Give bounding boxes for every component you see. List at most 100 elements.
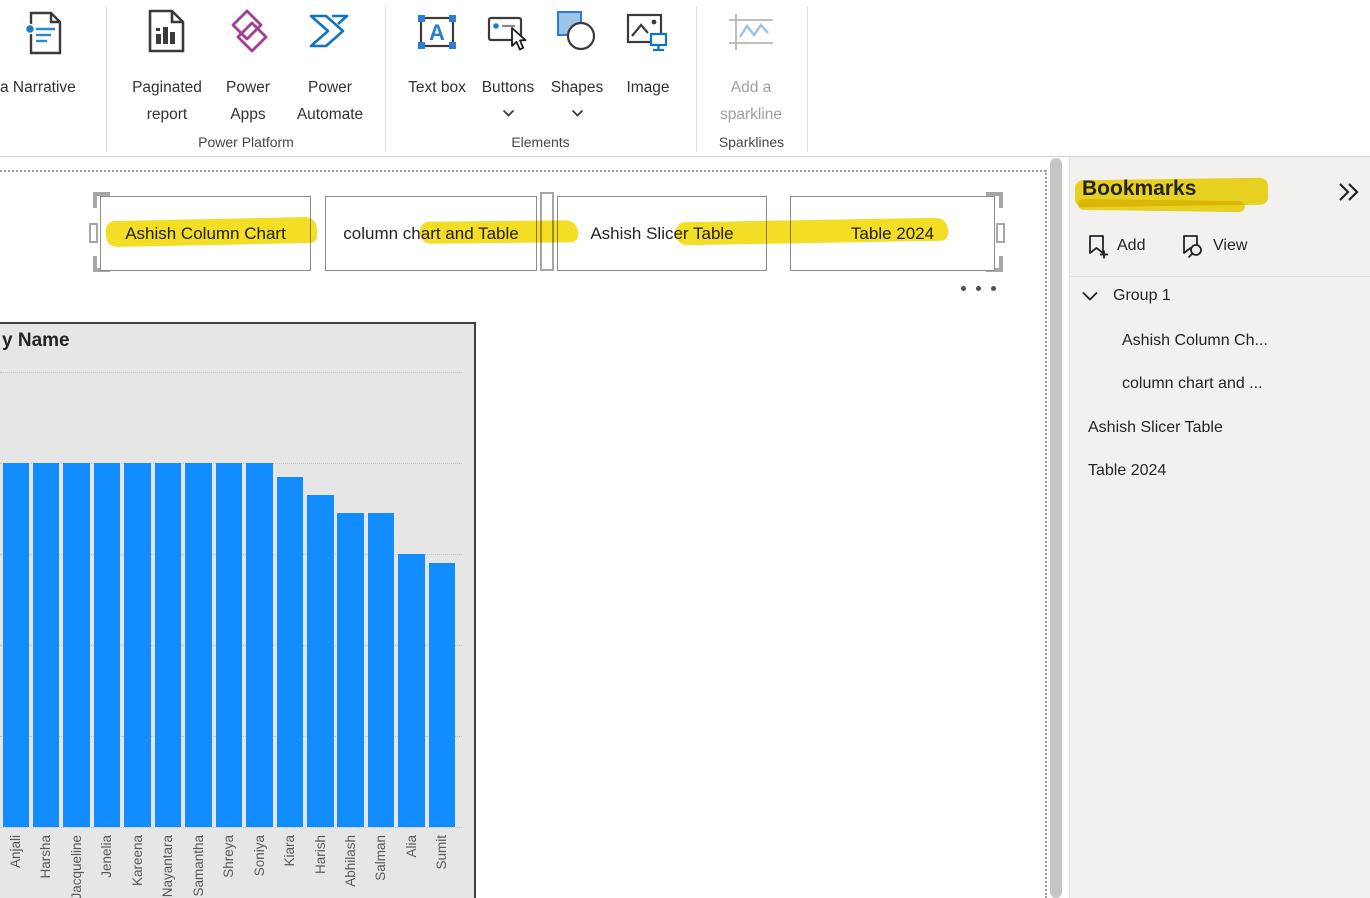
- chevron-down-icon[interactable]: [571, 109, 584, 118]
- bookmark-item[interactable]: Table 2024: [1088, 462, 1166, 480]
- power-automate-label: Power Automate: [284, 74, 376, 128]
- bookmark-item[interactable]: Ashish Slicer Table: [1088, 419, 1223, 437]
- power-automate-button[interactable]: Power Automate: [284, 0, 376, 130]
- ribbon-divider: [385, 6, 386, 152]
- x-axis-label: Alia: [396, 835, 426, 858]
- chart-bar[interactable]: [124, 463, 151, 827]
- pane-separator: [1070, 276, 1370, 277]
- x-axis-label: Salman: [366, 835, 396, 881]
- chart-bar[interactable]: [337, 513, 364, 827]
- bookmarks-pane-title: Bookmarks: [1082, 177, 1196, 201]
- bookmark-group-row[interactable]: Group 1: [1081, 287, 1171, 305]
- nav-button-ashish-column-chart[interactable]: Ashish Column Chart: [100, 196, 311, 271]
- view-bookmarks-button[interactable]: View: [1180, 233, 1247, 259]
- selection-handle-center[interactable]: [540, 192, 554, 271]
- buttons-icon: [485, 12, 531, 56]
- nav-button-label: Ashish Column Chart: [125, 224, 286, 244]
- nav-button-label: Table 2024: [851, 224, 934, 244]
- ribbon-divider: [106, 6, 107, 152]
- chart-bar[interactable]: [246, 463, 273, 827]
- selection-handle-left[interactable]: [89, 223, 98, 243]
- chart-bar[interactable]: [216, 463, 243, 827]
- buttons-button[interactable]: Buttons: [472, 0, 544, 130]
- power-apps-button[interactable]: Power Apps: [213, 0, 283, 130]
- chart-bar[interactable]: [33, 463, 60, 827]
- power-apps-label: Power Apps: [213, 74, 283, 128]
- shapes-button[interactable]: Shapes: [546, 0, 608, 130]
- image-label: Image: [618, 74, 678, 101]
- chart-bar[interactable]: [368, 513, 395, 827]
- ribbon: a Narrative Paginated report Power Apps …: [0, 0, 1370, 157]
- chart-bar[interactable]: [429, 563, 456, 827]
- bookmark-group-label: Group 1: [1113, 287, 1171, 305]
- sparklines-group-label: Sparklines: [697, 134, 806, 150]
- power-platform-group-label: Power Platform: [107, 134, 385, 150]
- bookmark-view-icon: [1180, 233, 1206, 259]
- ribbon-divider: [696, 6, 697, 152]
- more-options-icon[interactable]: [961, 286, 996, 291]
- add-bookmark-label: Add: [1117, 237, 1145, 255]
- shapes-label: Shapes: [546, 74, 608, 101]
- gridline: [0, 827, 462, 828]
- narrative-icon: [24, 10, 66, 56]
- x-axis-label: Samantha: [183, 835, 213, 897]
- ribbon-divider: [807, 6, 808, 152]
- x-axis-label: Shreya: [214, 835, 244, 878]
- x-axis-label: Nayantara: [153, 835, 183, 897]
- text-box-label: Text box: [407, 74, 467, 101]
- selection-handle-right[interactable]: [996, 223, 1005, 243]
- vertical-scrollbar[interactable]: [1050, 158, 1062, 898]
- page-border-top: [0, 170, 1046, 172]
- chart-bar[interactable]: [155, 463, 182, 827]
- chart-bar[interactable]: [398, 554, 425, 827]
- narrative-label: a Narrative: [0, 74, 96, 101]
- bookmark-item[interactable]: Ashish Column Ch...: [1122, 332, 1268, 350]
- text-box-icon: A: [414, 10, 460, 54]
- chart-bar[interactable]: [3, 463, 30, 827]
- nav-button-label: column chart and Table: [343, 224, 518, 244]
- column-chart-visual[interactable]: y Name AnjaliHarshaJacquelineJeneliaKare…: [0, 322, 476, 898]
- x-axis-label: Soniya: [244, 835, 274, 876]
- bookmark-item[interactable]: column chart and ...: [1122, 375, 1263, 393]
- nav-button-table-2024[interactable]: Table 2024: [790, 196, 995, 271]
- x-axis-label: Anjali: [1, 835, 31, 868]
- x-axis-label: Jenelia: [92, 835, 122, 878]
- sparkline-icon: [727, 12, 775, 52]
- chart-bar[interactable]: [185, 463, 212, 827]
- x-axis-label: Kareena: [122, 835, 152, 886]
- chart-bar[interactable]: [63, 463, 90, 827]
- text-box-button[interactable]: A Text box: [407, 0, 467, 130]
- x-axis-label: Jacqueline: [61, 835, 91, 898]
- chart-bar[interactable]: [307, 495, 334, 827]
- bookmarks-pane: Bookmarks Add View Group 1 Ashish Column…: [1069, 155, 1370, 898]
- elements-group-label: Elements: [386, 134, 695, 150]
- shapes-icon: [554, 8, 600, 54]
- add-bookmark-button[interactable]: Add: [1086, 233, 1145, 259]
- chart-bar[interactable]: [277, 477, 304, 827]
- chevron-down-icon[interactable]: [1081, 290, 1099, 302]
- nav-button-ashish-slicer-table[interactable]: Ashish Slicer Table: [557, 196, 767, 271]
- nav-button-column-chart-and-table[interactable]: column chart and Table: [325, 196, 537, 271]
- chevron-down-icon[interactable]: [502, 109, 515, 118]
- svg-text:A: A: [429, 20, 445, 45]
- x-axis-label: Abhilash: [335, 835, 365, 887]
- x-axis-label: Sumit: [427, 835, 457, 870]
- page-border-right: [1045, 170, 1047, 898]
- chart-plot: [0, 372, 462, 827]
- x-axis-label: Kiara: [275, 835, 305, 867]
- nav-button-label: Ashish Slicer Table: [590, 224, 733, 244]
- gridline: [0, 372, 462, 373]
- x-axis-label: Harsha: [31, 835, 61, 879]
- add-sparkline-button[interactable]: Add a sparkline: [706, 0, 796, 130]
- chart-bar[interactable]: [94, 463, 121, 827]
- smart-narrative-button[interactable]: a Narrative: [0, 0, 100, 130]
- bookmark-add-icon: [1086, 233, 1110, 259]
- paginated-report-label: Paginated report: [112, 74, 222, 128]
- buttons-label: Buttons: [472, 74, 544, 101]
- power-apps-icon: [226, 8, 272, 54]
- view-bookmarks-label: View: [1213, 237, 1247, 255]
- image-button[interactable]: Image: [618, 0, 678, 130]
- collapse-pane-icon[interactable]: [1337, 181, 1361, 203]
- image-icon: [624, 10, 672, 54]
- paginated-report-button[interactable]: Paginated report: [117, 0, 217, 130]
